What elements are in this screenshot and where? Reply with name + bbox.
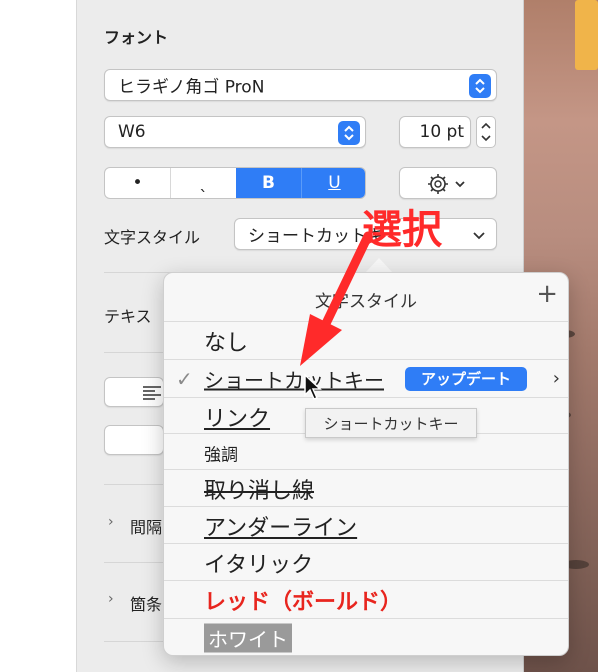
style-row-strikethrough[interactable]: 取り消し線 [164, 469, 568, 507]
style-label: 強調 [204, 445, 238, 465]
style-label: なし [204, 330, 249, 356]
text-box-button[interactable] [104, 425, 164, 455]
font-section-title: フォント [104, 28, 169, 47]
gear-chevron-icon [428, 174, 465, 194]
style-label: イタリック [204, 552, 314, 578]
char-style-label: 文字スタイル [104, 228, 201, 247]
font-family-value: ヒラギノ角ゴ ProN [118, 77, 265, 98]
text-label: テキス [104, 307, 152, 326]
font-style-segmented: • ˎ B U [104, 167, 366, 199]
style-row-italic[interactable]: イタリック [164, 543, 568, 581]
spacing-label[interactable]: 間隔 [130, 514, 162, 538]
jar-image [575, 0, 598, 70]
style-label: アンダーライン [204, 515, 358, 541]
disclosure-chevron-icon[interactable]: › [108, 514, 114, 530]
style-label: レッド（ボールド） [204, 589, 403, 615]
update-button[interactable]: アップデート [405, 367, 527, 391]
style-row-red-bold[interactable]: レッド（ボールド） [164, 580, 568, 618]
annotation-text: 選択 [362, 207, 442, 253]
alignment-button[interactable] [104, 377, 164, 407]
style-label: リンク [204, 406, 271, 432]
style-row-white[interactable]: ホワイト [164, 618, 568, 655]
tooltip: ショートカットキー [305, 408, 477, 438]
advanced-options-button[interactable] [399, 167, 497, 199]
style-label: ホワイト [204, 623, 292, 652]
chevron-right-icon[interactable]: › [553, 368, 560, 389]
bold-button[interactable]: B [236, 168, 301, 198]
popup-arrows-icon [338, 121, 360, 145]
align-left-icon [143, 386, 161, 400]
font-family-popup[interactable]: ヒラギノ角ゴ ProN [104, 69, 497, 101]
font-size-stepper[interactable] [476, 116, 496, 148]
underline-button[interactable]: U [301, 168, 365, 198]
font-size-value: 10 pt [419, 122, 465, 142]
chevron-down-icon [473, 232, 485, 240]
font-weight-popup[interactable]: W6 [104, 116, 366, 148]
add-style-button[interactable]: + [536, 281, 558, 307]
checkmark-icon: ✓ [176, 366, 193, 391]
font-weight-value: W6 [118, 122, 146, 142]
disclosure-chevron-icon[interactable]: › [108, 591, 114, 607]
style-label: 取り消し線 [204, 478, 315, 504]
bullets-label[interactable]: 箇条 [130, 591, 162, 615]
style-button-2[interactable]: ˎ [170, 168, 236, 198]
font-size-field[interactable]: 10 pt [399, 116, 471, 148]
stepper-arrows-icon [481, 122, 491, 142]
style-row-underline[interactable]: アンダーライン [164, 506, 568, 544]
popup-arrows-icon [469, 74, 491, 98]
style-button-1[interactable]: • [105, 168, 170, 198]
